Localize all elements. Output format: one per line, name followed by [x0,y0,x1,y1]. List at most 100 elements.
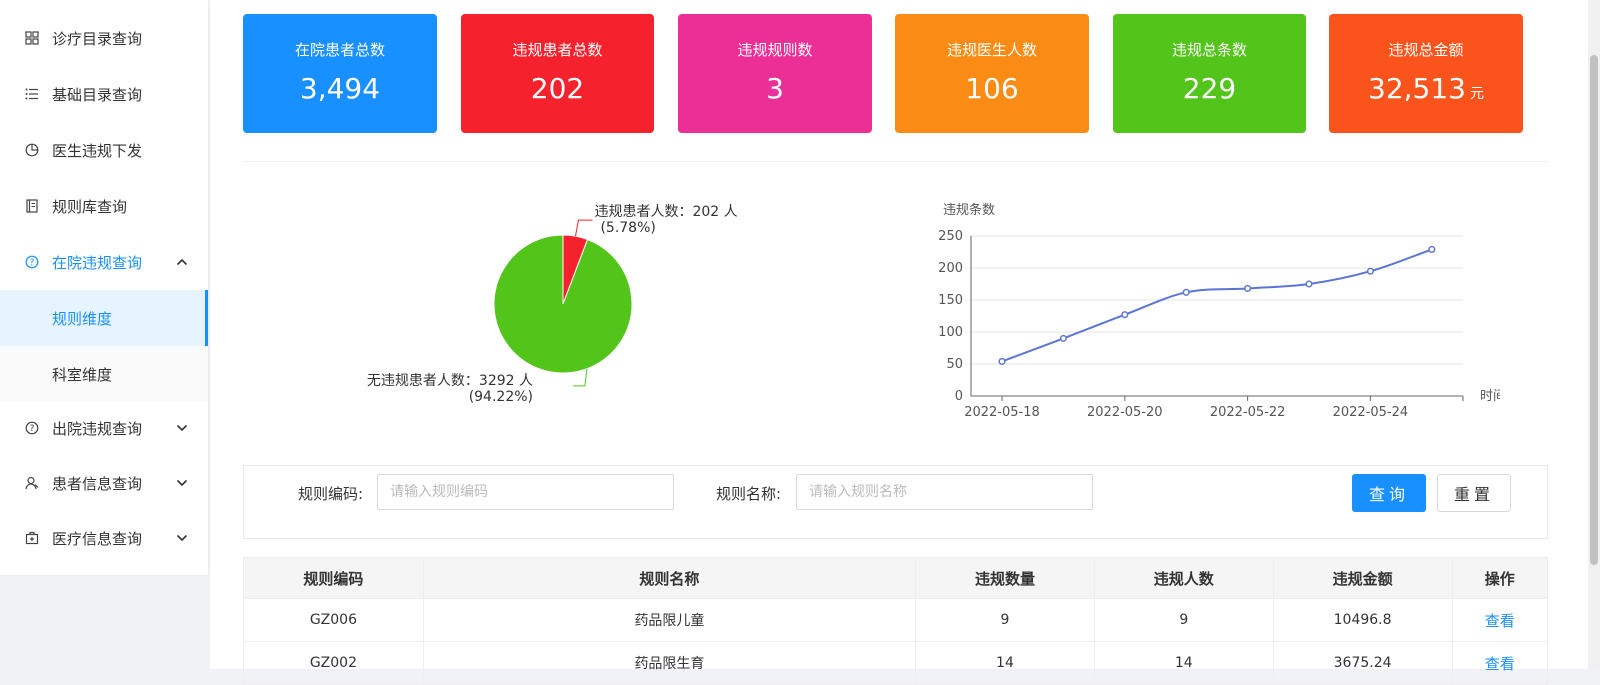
view-link[interactable]: 查看 [1485,612,1515,630]
stat-card-inpatients: 在院患者总数 3,494 [243,14,437,133]
main-content: 在院患者总数 3,494 违规患者总数 202 违规规则数 3 违规医生人数 1… [210,0,1600,685]
table-row: GZ002 药品限生育 14 14 3675.24 查看 [243,641,1548,685]
cell-violation-amount: 10496.8 [1272,598,1453,642]
sidebar-item-medical-info[interactable]: 医疗信息查询 [0,510,208,566]
pie-label-percent: (5.78%) [600,220,655,236]
column-header: 规则编码 [243,557,424,599]
series-line [1001,248,1433,363]
rule-code-label: 规则编码: [298,485,364,503]
data-point [1428,245,1436,253]
rule-name-label: 规则名称: [716,485,782,503]
chevron-up-icon [176,255,188,269]
y-tick-label: 0 [955,389,963,404]
sidebar-item-label: 在院违规查询 [52,253,143,272]
submenu-item-department-dimension[interactable]: 科室维度 [0,346,208,402]
sidebar-item-discharge-violation[interactable]: ? 出院违规查询 [0,400,208,456]
divider [243,161,1548,162]
stat-value: 229 [1182,72,1237,105]
line-chart: 0 50 100 150 200 250 违规条数 时间 2022-05-18 2022-05-2… [890,190,1506,440]
sidebar-item-label: 规则库查询 [52,197,128,216]
sidebar-item-label: 医生违规下发 [52,141,143,160]
pie-label: 无违规患者人数：3292 人 [367,373,533,389]
data-point [1305,280,1313,288]
currency-unit: 元 [1469,86,1484,102]
sidebar-item-doctor-violation[interactable]: 医生违规下发 [0,122,208,178]
cell-action: 查看 [1451,641,1548,685]
rule-name-input[interactable] [796,474,1093,510]
chevron-down-icon [176,476,188,490]
column-header: 违规人数 [1093,557,1274,599]
sidebar-item-inpatient-violation[interactable]: ? 在院违规查询 [0,234,208,290]
y-tick-label: 150 [938,293,963,308]
user-icon [24,475,40,491]
data-point [1244,284,1252,293]
stat-card-violating-doctors: 违规医生人数 106 [895,14,1089,133]
scrollbar-thumb[interactable] [1590,55,1598,565]
column-header: 规则名称 [422,557,917,599]
x-tick-label: 2022-05-18 [964,405,1040,420]
cell-rule-name: 药品限儿童 [422,598,917,642]
cell-violation-people: 14 [1093,641,1274,685]
rule-code-input[interactable] [377,474,674,510]
column-header: 违规数量 [915,557,1095,599]
stat-card-total-amount: 违规总金额 32,513 元 [1329,14,1523,133]
stat-value: 106 [965,72,1019,105]
cell-violation-count: 14 [915,641,1095,685]
cell-violation-people: 9 [1093,598,1274,642]
data-point [1182,288,1190,296]
stat-value: 3,494 [299,72,381,105]
y-tick-label: 250 [938,229,963,244]
sidebar-item-basic-catalog[interactable]: 基础目录查询 [0,66,208,122]
sidebar-item-label: 诊疗目录查询 [52,29,143,48]
stat-card-violating-patients: 违规患者总数 202 [461,14,654,133]
sidebar-item-label: 医疗信息查询 [52,529,143,548]
sidebar-item-diagnosis-catalog[interactable]: 诊疗目录查询 [0,10,208,66]
pie-chart-icon [24,142,40,158]
table-header-row: 规则编码 规则名称 违规数量 违规人数 违规金额 操作 [243,557,1548,599]
book-icon [24,198,40,214]
view-link[interactable]: 查看 [1485,655,1515,673]
question-circle-icon: ? [24,420,40,436]
cell-rule-code: GZ006 [243,598,424,642]
stat-value: 3 [766,72,784,105]
stat-card-violated-rules: 违规规则数 3 [678,14,872,133]
stat-label: 违规患者总数 [512,41,603,59]
question-circle-icon: ? [24,254,40,270]
stat-label: 违规总金额 [1388,41,1464,59]
x-axis-label: 时间 [1480,389,1500,404]
sidebar-item-rule-library[interactable]: 规则库查询 [0,178,208,234]
submenu-item-rule-dimension[interactable]: 规则维度 [0,290,208,346]
svg-text:?: ? [30,258,35,268]
sidebar: 诊疗目录查询 基础目录查询 医生违规下发 规则库查询 ? 在院违规查询 规则维度… [0,0,208,575]
vertical-scrollbar[interactable] [1588,0,1600,669]
cell-violation-amount: 3675.24 [1272,641,1453,685]
cell-action: 查看 [1451,598,1548,642]
reset-button[interactable]: 重置 [1437,474,1511,512]
column-header: 操作 [1451,557,1548,599]
pie-label-line [574,219,593,237]
rules-table: 规则编码 规则名称 违规数量 违规人数 违规金额 操作 GZ006 药品限儿童 … [243,557,1548,685]
pie-slice [493,234,633,374]
submenu-item-label: 规则维度 [52,309,113,328]
sidebar-item-label: 基础目录查询 [52,85,143,104]
x-tick-label: 2022-05-20 [1087,405,1163,420]
y-axis-label: 违规条数 [943,202,995,218]
query-button[interactable]: 查询 [1352,474,1426,512]
cell-rule-code: GZ002 [243,641,424,685]
pie-chart: 违规患者人数：202 人 (5.78%) 无违规患者人数：3292 人 (94.22%… [310,180,830,440]
sidebar-item-patient-info[interactable]: 患者信息查询 [0,455,208,511]
stat-card-total-violations: 违规总条数 229 [1113,14,1306,133]
pie-label: 违规患者人数：202 人 [594,204,737,220]
search-panel: 规则编码: 规则名称: 查询 重置 [243,465,1548,539]
submenu-item-label: 科室维度 [52,365,113,384]
medical-kit-icon [24,530,40,546]
table-row: GZ006 药品限儿童 9 9 10496.8 查看 [243,598,1548,642]
stat-label: 在院患者总数 [294,41,385,59]
chevron-down-icon [176,531,188,545]
y-tick-label: 50 [946,357,963,372]
stat-value: 202 [530,72,585,105]
column-header: 违规金额 [1272,557,1453,599]
stat-label: 违规总条数 [1171,41,1247,59]
x-tick-label: 2022-05-24 [1333,405,1409,420]
sidebar-item-label: 患者信息查询 [52,474,143,493]
